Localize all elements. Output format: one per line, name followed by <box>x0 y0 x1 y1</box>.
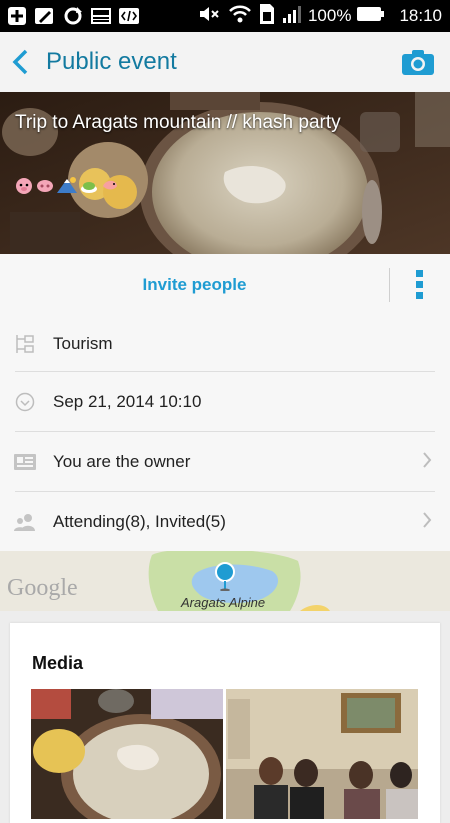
event-emoji-row <box>15 176 119 194</box>
attendance-label: Attending(8), Invited(5) <box>53 512 226 531</box>
id-card-icon <box>14 454 36 470</box>
category-label: Tourism <box>53 334 113 353</box>
category-row: Tourism <box>0 314 450 374</box>
event-title: Trip to Aragats mountain // khash party <box>15 112 341 133</box>
location-map[interactable]: Google Aragats Alpine <box>0 551 450 611</box>
battery-percent: 100% <box>307 6 352 25</box>
pig-icon <box>16 178 32 194</box>
status-bar: 100% 18:10 <box>0 0 450 32</box>
invite-people-button[interactable]: Invite people <box>0 275 389 295</box>
camera-icon <box>402 50 434 75</box>
pen-icon <box>34 6 56 26</box>
page-title: Public event <box>46 48 177 75</box>
image-icon <box>90 6 112 26</box>
code-icon <box>118 6 140 26</box>
datetime-row: Sep 21, 2014 10:10 <box>0 372 450 432</box>
chevron-right-icon <box>422 451 432 474</box>
sync-icon <box>62 6 84 26</box>
tea-icon <box>81 182 97 193</box>
back-button[interactable] <box>0 32 40 92</box>
signal-icon <box>282 4 302 29</box>
category-icon <box>14 333 36 355</box>
mountain-icon <box>57 177 77 193</box>
camera-button[interactable] <box>400 44 436 80</box>
media-title: Media <box>32 653 84 673</box>
app-bar: Public event <box>0 32 450 92</box>
owner-row[interactable]: You are the owner <box>0 432 450 492</box>
people-icon <box>14 513 36 531</box>
pig-nose-icon <box>37 180 53 192</box>
mute-icon <box>198 4 222 29</box>
battery-icon <box>357 6 385 27</box>
clock-icon <box>14 392 36 412</box>
attendance-row[interactable]: Attending(8), Invited(5) <box>0 492 450 552</box>
action-bar: Invite people <box>0 254 450 317</box>
wifi-icon <box>228 4 252 29</box>
map-place-label: Aragats Alpine <box>181 595 266 610</box>
chevron-right-icon <box>422 511 432 534</box>
clock: 18:10 <box>399 6 442 25</box>
plus-icon <box>6 6 28 26</box>
sim-icon <box>258 3 276 30</box>
google-logo: Google <box>7 575 78 601</box>
shrimp-icon <box>103 180 117 190</box>
owner-label: You are the owner <box>53 452 191 471</box>
more-options-button[interactable] <box>390 254 450 316</box>
media-card: Media <box>10 623 440 823</box>
event-cover-photo[interactable]: Trip to Aragats mountain // khash party <box>0 92 450 254</box>
location-pin-icon <box>214 561 236 596</box>
datetime-label: Sep 21, 2014 10:10 <box>53 392 202 411</box>
chevron-left-icon <box>12 49 28 75</box>
kebab-icon <box>416 270 423 299</box>
